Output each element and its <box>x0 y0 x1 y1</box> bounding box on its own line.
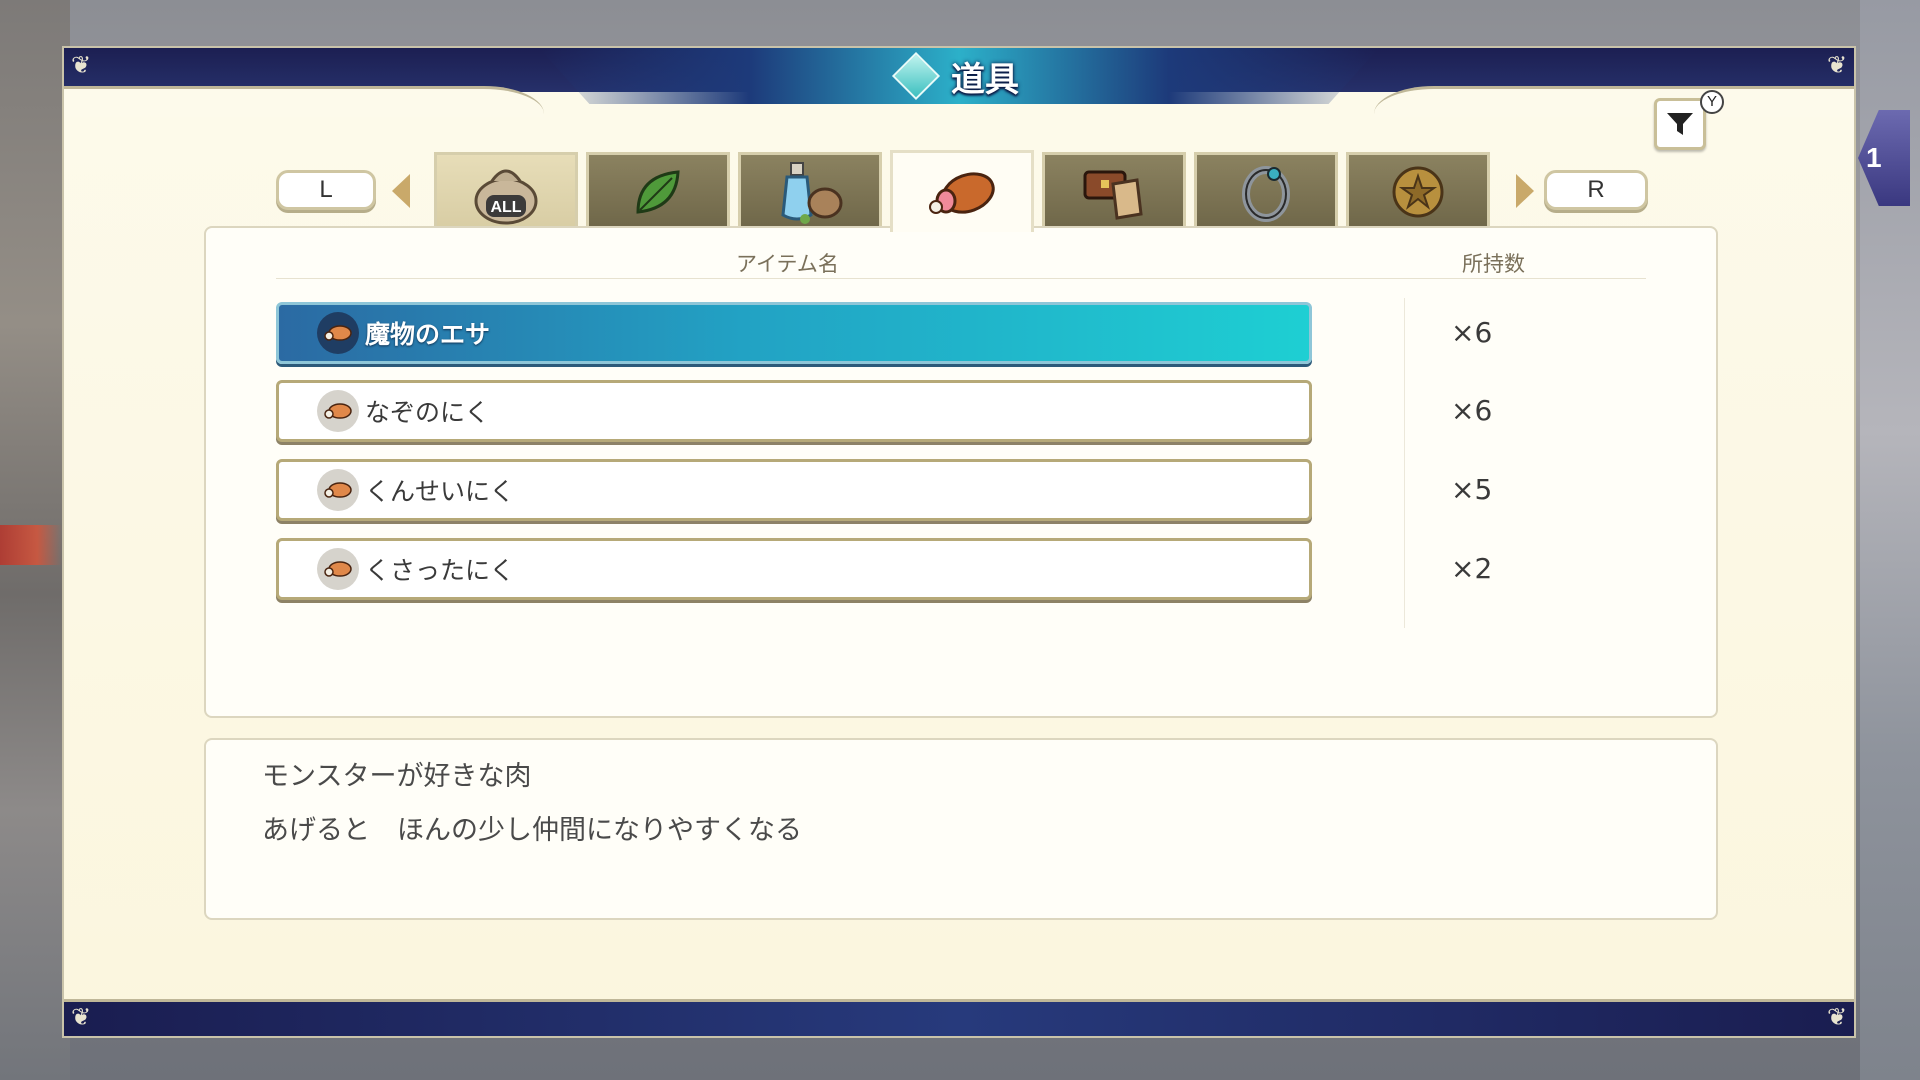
item-quantity: ×2 <box>1451 552 1493 585</box>
item-name: くんせいにく <box>365 477 515 506</box>
tab-prev-button[interactable]: L <box>276 170 376 210</box>
tab-potion[interactable] <box>738 152 882 228</box>
tab-herb[interactable] <box>586 152 730 228</box>
item-list-panel: アイテム名 所持数 魔物のエサ ×6 なぞのにく ×6 くんせいにく ×5 くさ… <box>204 226 1718 718</box>
column-header-name: アイテム名 <box>736 252 839 276</box>
list-item[interactable]: なぞのにく <box>276 380 1312 442</box>
filter-icon <box>1667 113 1693 135</box>
header-divider <box>276 278 1646 279</box>
tab-medal[interactable] <box>1346 152 1490 228</box>
bag-diamond-icon <box>891 51 941 101</box>
list-item[interactable]: くさったにく <box>276 538 1312 600</box>
meat-icon <box>317 390 359 432</box>
frame-top-left-curve <box>64 86 544 117</box>
item-quantity: ×6 <box>1451 316 1493 349</box>
corner-ornament-icon: ❦ <box>70 51 92 79</box>
item-quantity: ×6 <box>1451 394 1493 427</box>
chest-scroll-icon <box>1083 170 1143 220</box>
tab-prev-arrow-icon[interactable] <box>392 174 410 208</box>
title-banner: 道具 <box>539 48 1379 104</box>
leaf-icon <box>636 169 680 214</box>
item-quantity: ×5 <box>1451 473 1493 506</box>
star-medal-icon <box>1392 166 1444 217</box>
tab-next-button[interactable]: R <box>1544 170 1648 210</box>
item-window: 道具 ❦ ❦ ❦ ❦ Y L R ALL アイテム名 所持数 魔物のエサ ×6 … <box>62 46 1856 1038</box>
item-description-panel: モンスターが好きな肉 あげると ほんの少し仲間になりやすくなる <box>204 738 1718 920</box>
description-line-1: モンスターが好きな肉 <box>262 761 532 792</box>
item-name: なぞのにく <box>365 398 490 427</box>
meat-icon <box>317 548 359 590</box>
y-button-hint: Y <box>1700 90 1724 114</box>
item-name: くさったにく <box>365 556 515 585</box>
bag-all-icon: ALL <box>474 169 538 224</box>
tab-next-arrow-icon[interactable] <box>1516 174 1534 208</box>
meat-icon <box>317 469 359 511</box>
corner-ornament-icon: ❦ <box>1826 51 1848 79</box>
item-name: 魔物のエサ <box>365 320 491 349</box>
description-line-2: あげると ほんの少し仲間になりやすくなる <box>262 815 802 846</box>
tab-treasure[interactable] <box>1042 152 1186 228</box>
column-divider <box>1404 298 1405 628</box>
tab-all[interactable]: ALL <box>434 152 578 228</box>
list-item-selected[interactable]: 魔物のエサ <box>276 302 1312 364</box>
column-header-quantity: 所持数 <box>1462 252 1525 276</box>
tab-all-text: ALL <box>490 199 521 216</box>
party-member-number: 1 <box>1866 142 1882 173</box>
background-lava <box>0 525 62 565</box>
window-bottom-frame: ❦ ❦ <box>64 999 1854 1036</box>
ring-icon <box>1242 165 1290 222</box>
window-title: 道具 <box>951 59 1019 100</box>
list-item[interactable]: くんせいにく <box>276 459 1312 521</box>
tab-ring[interactable] <box>1194 152 1338 228</box>
meat-icon <box>929 171 995 214</box>
corner-ornament-icon: ❦ <box>1826 1003 1848 1031</box>
frame-top-right-curve <box>1374 86 1854 117</box>
corner-ornament-icon: ❦ <box>70 1003 92 1031</box>
tab-meat[interactable] <box>890 150 1034 232</box>
potion-bottle-icon <box>781 161 843 224</box>
filter-button[interactable] <box>1654 98 1706 150</box>
meat-icon <box>317 312 359 354</box>
